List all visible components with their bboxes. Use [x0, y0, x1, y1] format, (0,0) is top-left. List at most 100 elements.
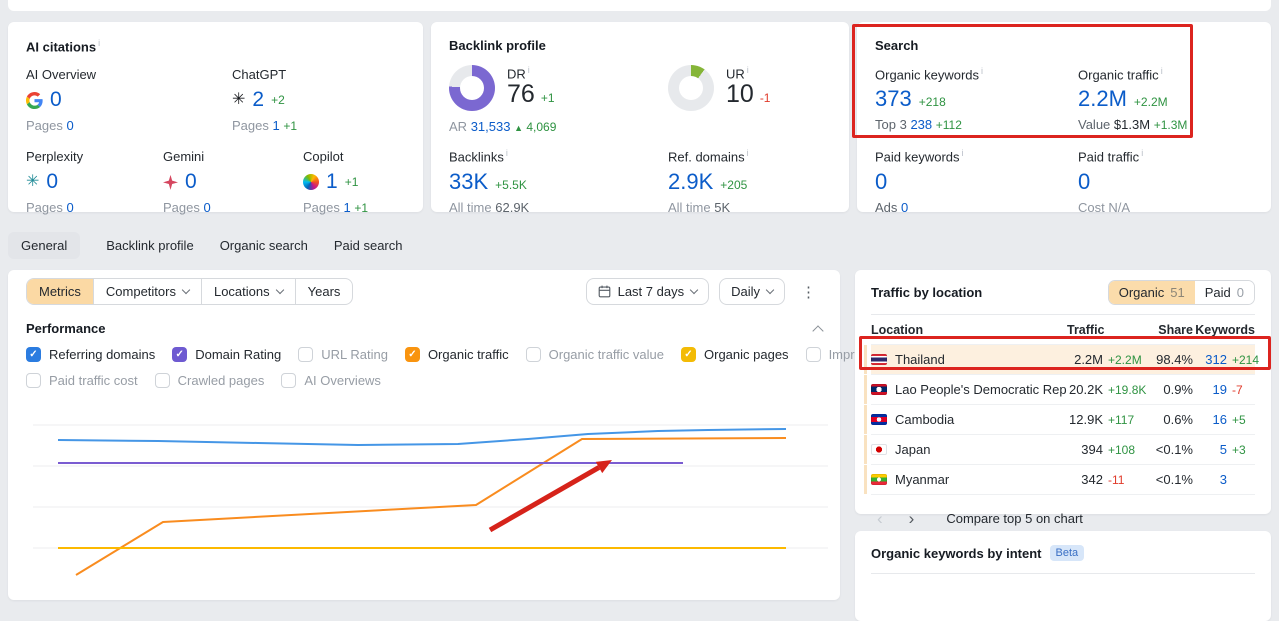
more-options-button[interactable]: ⋮ [795, 281, 822, 303]
location-row-laos[interactable]: Lao People's Democratic Reput 20.2K +19.… [864, 374, 1255, 404]
metric-toggles-row-1: ✓ Referring domains ✓ Domain Rating URL Ra… [8, 347, 1000, 362]
metric-url-rating[interactable]: URL Rating [298, 347, 388, 362]
compare-top5-label: Compare top 5 on chart [946, 511, 1083, 526]
checkbox-unchecked[interactable] [26, 373, 41, 388]
date-range-button[interactable]: Last 7 days [585, 278, 710, 305]
pages-count[interactable]: 0 [204, 200, 211, 215]
pages-count[interactable]: 1 [344, 200, 351, 215]
chevron-down-icon [275, 285, 284, 295]
performance-title: Performance [26, 321, 106, 336]
performance-line-chart [33, 424, 828, 576]
ai-item-name: AI Overview [26, 67, 97, 83]
location-row-japan[interactable]: Japan 394 +108 <0.1% 5 +3 [864, 434, 1255, 464]
location-row-myanmar[interactable]: Myanmar 342 -11 <0.1% 3 [864, 464, 1255, 494]
ai-item-gemini: Gemini 0 Pages 0 [163, 149, 303, 215]
ur-donut-chart [668, 65, 714, 112]
checkbox-checked[interactable]: ✓ [404, 347, 420, 362]
metric-organic-traffic-value[interactable]: Organic traffic value [525, 347, 664, 362]
traffic-by-location-card: Traffic by location Organic 51 Paid 0 Loca… [855, 270, 1271, 527]
paid-keywords-value[interactable]: 0 [875, 170, 887, 193]
segment-metrics[interactable]: Metrics [27, 279, 93, 304]
ai-citations-card: AI citations i AI Overview 0 Pages 0 Chat… [8, 22, 423, 215]
segment-competitors[interactable]: Competitors [92, 279, 201, 304]
tab-paid-search[interactable]: Paid search [334, 232, 403, 259]
top3-value[interactable]: 238 [910, 117, 932, 132]
metric-ai-overviews[interactable]: AI Overviews [281, 373, 381, 388]
metric-organic-pages[interactable]: ✓ Organic pages [681, 347, 789, 362]
next-page-chevron[interactable]: › [903, 510, 921, 527]
granularity-button[interactable]: Daily [719, 278, 785, 305]
gemini-icon [163, 174, 178, 190]
chatgpt-count[interactable]: 2 [252, 88, 264, 112]
metric-domain-rating[interactable]: ✓ Domain Rating [172, 347, 281, 362]
metric-organic-traffic[interactable]: ✓ Organic traffic [404, 347, 509, 362]
ai-item-name: Copilot [303, 149, 344, 165]
keywords-link[interactable]: 3 [1193, 472, 1227, 487]
organic-keywords-value[interactable]: 373 [875, 87, 912, 110]
gemini-count[interactable]: 0 [185, 170, 197, 194]
ar-value[interactable]: 31,533 [471, 119, 511, 134]
checkbox-checked[interactable]: ✓ [681, 347, 696, 362]
organic-traffic-value[interactable]: 2.2M [1078, 87, 1127, 110]
toggle-organic[interactable]: Organic 51 [1108, 281, 1195, 304]
info-icon: i [961, 148, 964, 159]
ads-value[interactable]: 0 [901, 200, 908, 215]
ref-domains-value[interactable]: 2.9K [668, 170, 713, 193]
backlink-profile-card: Backlink profile DR i 76 +1 AR 31,533 ▲ 4,… [431, 22, 849, 215]
metric-crawled-pages[interactable]: Crawled pages [154, 373, 264, 388]
info-icon: i [1160, 66, 1163, 76]
checkbox-unchecked[interactable] [154, 373, 170, 388]
paid-traffic-stat: Paid traffic i 0 Cost N/A [1078, 148, 1144, 215]
dr-delta: +1 [540, 91, 555, 106]
myanmar-flag-icon [871, 474, 887, 485]
info-icon: i [527, 65, 530, 75]
info-icon: i [1141, 148, 1144, 159]
copilot-icon [303, 174, 319, 191]
pages-count[interactable]: 1 [273, 118, 280, 133]
metric-referring-domains[interactable]: ✓ Referring domains [26, 347, 155, 362]
ai-citations-title: AI citations [26, 39, 97, 55]
toggle-paid[interactable]: Paid 0 [1194, 281, 1254, 304]
chevron-down-icon [689, 285, 699, 295]
paid-traffic-value[interactable]: 0 [1078, 170, 1090, 193]
tab-organic-search[interactable]: Organic search [220, 232, 308, 259]
location-row-thailand[interactable]: Thailand 2.2M +2.2M 98.4% 312 +214 [864, 344, 1259, 374]
checkbox-unchecked[interactable] [805, 347, 821, 362]
backlinks-value[interactable]: 33K [449, 170, 488, 193]
checkbox-unchecked[interactable] [281, 373, 297, 388]
checkbox-checked[interactable]: ✓ [26, 347, 41, 362]
keywords-link[interactable]: 312 [1193, 352, 1227, 367]
keywords-by-intent-title: Organic keywords by intent [871, 545, 1042, 561]
segment-locations[interactable]: Locations [200, 279, 295, 304]
top-card-remnant [8, 0, 1271, 11]
keywords-link[interactable]: 5 [1193, 442, 1227, 457]
prev-page-chevron[interactable]: ‹ [871, 510, 889, 527]
ai-item-chatgpt: ChatGPT ✳ 2 +2 Pages 1 +1 [232, 67, 405, 133]
keywords-link[interactable]: 16 [1193, 412, 1227, 427]
info-icon: i [746, 148, 749, 159]
metric-toggles-row-2: Paid traffic cost Crawled pages AI Overv… [8, 373, 840, 388]
pages-count[interactable]: 0 [67, 200, 74, 215]
ai-item-ai-overview: AI Overview 0 Pages 0 [26, 67, 232, 133]
ref-domains-stat: Ref. domains i 2.9K +205 All time 5K [668, 148, 749, 215]
segment-years[interactable]: Years [294, 279, 353, 304]
tab-backlink-profile[interactable]: Backlink profile [106, 232, 193, 259]
tab-general[interactable]: General [8, 231, 81, 259]
pages-count[interactable]: 0 [67, 118, 74, 133]
keywords-link[interactable]: 19 [1193, 382, 1227, 397]
backlink-profile-title: Backlink profile [449, 38, 546, 53]
performance-card: Metrics Competitors Locations Years Last… [8, 270, 1000, 600]
checkbox-checked[interactable]: ✓ [172, 347, 188, 362]
location-row-cambodia[interactable]: Cambodia 12.9K +117 0.6% 16 +5 [864, 404, 1255, 434]
checkbox-unchecked[interactable] [525, 347, 541, 362]
organic-paid-toggle: Organic 51 Paid 0 [1107, 280, 1255, 305]
laos-flag-icon [871, 384, 887, 395]
metric-paid-traffic-cost[interactable]: Paid traffic cost [26, 373, 138, 388]
location-table-header: Location Traffic Share Keywords [871, 323, 1255, 337]
copilot-count[interactable]: 1 [326, 170, 338, 194]
ai-overview-count[interactable]: 0 [50, 88, 62, 112]
collapse-chevron-icon[interactable] [812, 325, 824, 337]
checkbox-unchecked[interactable] [298, 347, 314, 362]
info-icon: i [98, 38, 101, 48]
perplexity-count[interactable]: 0 [46, 170, 58, 194]
